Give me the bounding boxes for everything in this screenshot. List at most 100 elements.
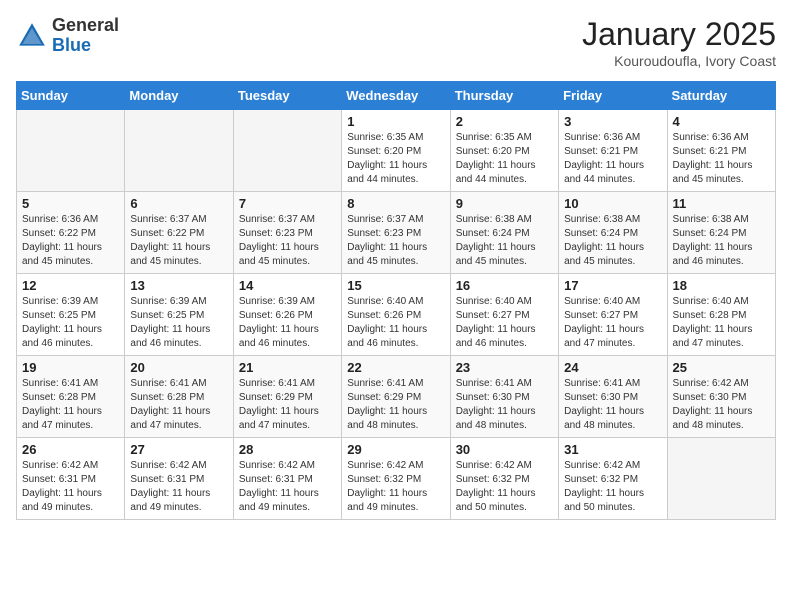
day-number: 23	[456, 360, 553, 375]
day-info: Sunrise: 6:42 AM Sunset: 6:32 PM Dayligh…	[456, 459, 553, 515]
day-info: Sunrise: 6:39 AM Sunset: 6:25 PM Dayligh…	[22, 295, 119, 351]
calendar-cell: 23 Sunrise: 6:41 AM Sunset: 6:30 PM Dayli…	[450, 356, 558, 438]
day-info: Sunrise: 6:40 AM Sunset: 6:28 PM Dayligh…	[673, 295, 770, 351]
week-row-1: 1 Sunrise: 6:35 AM Sunset: 6:20 PM Daylig…	[17, 110, 776, 192]
calendar-cell: 4 Sunrise: 6:36 AM Sunset: 6:21 PM Daylig…	[667, 110, 775, 192]
calendar-table: SundayMondayTuesdayWednesdayThursdayFrid…	[16, 81, 776, 520]
day-number: 26	[22, 442, 119, 457]
logo-general-text: General	[52, 16, 119, 36]
day-info: Sunrise: 6:41 AM Sunset: 6:29 PM Dayligh…	[239, 377, 336, 433]
header-thursday: Thursday	[450, 82, 558, 110]
day-number: 29	[347, 442, 444, 457]
calendar-cell: 22 Sunrise: 6:41 AM Sunset: 6:29 PM Dayli…	[342, 356, 450, 438]
logo: General Blue	[16, 16, 119, 56]
day-info: Sunrise: 6:38 AM Sunset: 6:24 PM Dayligh…	[564, 213, 661, 269]
calendar-cell: 16Sunrise: 6:40 AM Sunset: 6:27 PM Dayli…	[450, 274, 558, 356]
day-info: Sunrise: 6:41 AM Sunset: 6:29 PM Dayligh…	[347, 377, 444, 433]
day-number: 4	[673, 114, 770, 129]
day-number: 2	[456, 114, 553, 129]
day-info: Sunrise: 6:36 AM Sunset: 6:21 PM Dayligh…	[564, 131, 661, 187]
day-info: Sunrise: 6:42 AM Sunset: 6:32 PM Dayligh…	[564, 459, 661, 515]
day-info: Sunrise: 6:37 AM Sunset: 6:23 PM Dayligh…	[347, 213, 444, 269]
day-number: 8	[347, 196, 444, 211]
calendar-cell: 12Sunrise: 6:39 AM Sunset: 6:25 PM Dayli…	[17, 274, 125, 356]
logo-text: General Blue	[52, 16, 119, 56]
header-sunday: Sunday	[17, 82, 125, 110]
week-row-3: 12Sunrise: 6:39 AM Sunset: 6:25 PM Dayli…	[17, 274, 776, 356]
title-block: January 2025 Kouroudoufla, Ivory Coast	[582, 16, 776, 69]
day-number: 16	[456, 278, 553, 293]
calendar-cell: 30Sunrise: 6:42 AM Sunset: 6:32 PM Dayli…	[450, 438, 558, 520]
day-number: 20	[130, 360, 227, 375]
calendar-cell: 31 Sunrise: 6:42 AM Sunset: 6:32 PM Dayli…	[559, 438, 667, 520]
day-number: 9	[456, 196, 553, 211]
day-info: Sunrise: 6:42 AM Sunset: 6:31 PM Dayligh…	[130, 459, 227, 515]
day-info: Sunrise: 6:41 AM Sunset: 6:30 PM Dayligh…	[564, 377, 661, 433]
calendar-cell: 27 Sunrise: 6:42 AM Sunset: 6:31 PM Dayli…	[125, 438, 233, 520]
day-info: Sunrise: 6:35 AM Sunset: 6:20 PM Dayligh…	[347, 131, 444, 187]
day-info: Sunrise: 6:37 AM Sunset: 6:22 PM Dayligh…	[130, 213, 227, 269]
day-number: 28	[239, 442, 336, 457]
header-saturday: Saturday	[667, 82, 775, 110]
calendar-cell	[125, 110, 233, 192]
day-info: Sunrise: 6:42 AM Sunset: 6:31 PM Dayligh…	[22, 459, 119, 515]
calendar-cell: 28 Sunrise: 6:42 AM Sunset: 6:31 PM Dayli…	[233, 438, 341, 520]
calendar-cell: 11Sunrise: 6:38 AM Sunset: 6:24 PM Dayli…	[667, 192, 775, 274]
day-number: 19	[22, 360, 119, 375]
calendar-cell: 21 Sunrise: 6:41 AM Sunset: 6:29 PM Dayli…	[233, 356, 341, 438]
calendar-cell: 10 Sunrise: 6:38 AM Sunset: 6:24 PM Dayli…	[559, 192, 667, 274]
header-friday: Friday	[559, 82, 667, 110]
day-info: Sunrise: 6:38 AM Sunset: 6:24 PM Dayligh…	[673, 213, 770, 269]
day-number: 18	[673, 278, 770, 293]
day-number: 24	[564, 360, 661, 375]
day-info: Sunrise: 6:37 AM Sunset: 6:23 PM Dayligh…	[239, 213, 336, 269]
calendar-cell: 7Sunrise: 6:37 AM Sunset: 6:23 PM Daylig…	[233, 192, 341, 274]
day-info: Sunrise: 6:35 AM Sunset: 6:20 PM Dayligh…	[456, 131, 553, 187]
day-info: Sunrise: 6:42 AM Sunset: 6:31 PM Dayligh…	[239, 459, 336, 515]
day-info: Sunrise: 6:42 AM Sunset: 6:30 PM Dayligh…	[673, 377, 770, 433]
calendar-cell: 1 Sunrise: 6:35 AM Sunset: 6:20 PM Daylig…	[342, 110, 450, 192]
calendar-cell	[667, 438, 775, 520]
day-number: 25	[673, 360, 770, 375]
day-number: 27	[130, 442, 227, 457]
calendar-cell: 24 Sunrise: 6:41 AM Sunset: 6:30 PM Dayli…	[559, 356, 667, 438]
day-number: 17	[564, 278, 661, 293]
day-number: 21	[239, 360, 336, 375]
calendar-cell: 8 Sunrise: 6:37 AM Sunset: 6:23 PM Daylig…	[342, 192, 450, 274]
day-number: 3	[564, 114, 661, 129]
day-number: 10	[564, 196, 661, 211]
calendar-cell: 18 Sunrise: 6:40 AM Sunset: 6:28 PM Dayli…	[667, 274, 775, 356]
location: Kouroudoufla, Ivory Coast	[582, 53, 776, 69]
calendar-cell: 15Sunrise: 6:40 AM Sunset: 6:26 PM Dayli…	[342, 274, 450, 356]
calendar-cell: 2 Sunrise: 6:35 AM Sunset: 6:20 PM Daylig…	[450, 110, 558, 192]
calendar-cell: 9Sunrise: 6:38 AM Sunset: 6:24 PM Daylig…	[450, 192, 558, 274]
day-info: Sunrise: 6:42 AM Sunset: 6:32 PM Dayligh…	[347, 459, 444, 515]
calendar-cell: 3 Sunrise: 6:36 AM Sunset: 6:21 PM Daylig…	[559, 110, 667, 192]
calendar-cell: 25 Sunrise: 6:42 AM Sunset: 6:30 PM Dayli…	[667, 356, 775, 438]
calendar-cell: 17 Sunrise: 6:40 AM Sunset: 6:27 PM Dayli…	[559, 274, 667, 356]
day-number: 22	[347, 360, 444, 375]
calendar-cell: 26 Sunrise: 6:42 AM Sunset: 6:31 PM Dayli…	[17, 438, 125, 520]
week-row-2: 5Sunrise: 6:36 AM Sunset: 6:22 PM Daylig…	[17, 192, 776, 274]
header-tuesday: Tuesday	[233, 82, 341, 110]
day-number: 6	[130, 196, 227, 211]
day-number: 31	[564, 442, 661, 457]
day-info: Sunrise: 6:41 AM Sunset: 6:28 PM Dayligh…	[22, 377, 119, 433]
day-info: Sunrise: 6:41 AM Sunset: 6:28 PM Dayligh…	[130, 377, 227, 433]
week-row-5: 26 Sunrise: 6:42 AM Sunset: 6:31 PM Dayli…	[17, 438, 776, 520]
day-info: Sunrise: 6:41 AM Sunset: 6:30 PM Dayligh…	[456, 377, 553, 433]
day-info: Sunrise: 6:36 AM Sunset: 6:21 PM Dayligh…	[673, 131, 770, 187]
calendar-cell: 5Sunrise: 6:36 AM Sunset: 6:22 PM Daylig…	[17, 192, 125, 274]
calendar-cell: 6 Sunrise: 6:37 AM Sunset: 6:22 PM Daylig…	[125, 192, 233, 274]
day-number: 13	[130, 278, 227, 293]
calendar-cell: 20 Sunrise: 6:41 AM Sunset: 6:28 PM Dayli…	[125, 356, 233, 438]
day-info: Sunrise: 6:40 AM Sunset: 6:27 PM Dayligh…	[564, 295, 661, 351]
calendar-cell	[17, 110, 125, 192]
calendar-cell	[233, 110, 341, 192]
day-number: 1	[347, 114, 444, 129]
day-number: 15	[347, 278, 444, 293]
header-monday: Monday	[125, 82, 233, 110]
day-number: 14	[239, 278, 336, 293]
calendar-cell: 14Sunrise: 6:39 AM Sunset: 6:26 PM Dayli…	[233, 274, 341, 356]
logo-icon	[16, 20, 48, 52]
